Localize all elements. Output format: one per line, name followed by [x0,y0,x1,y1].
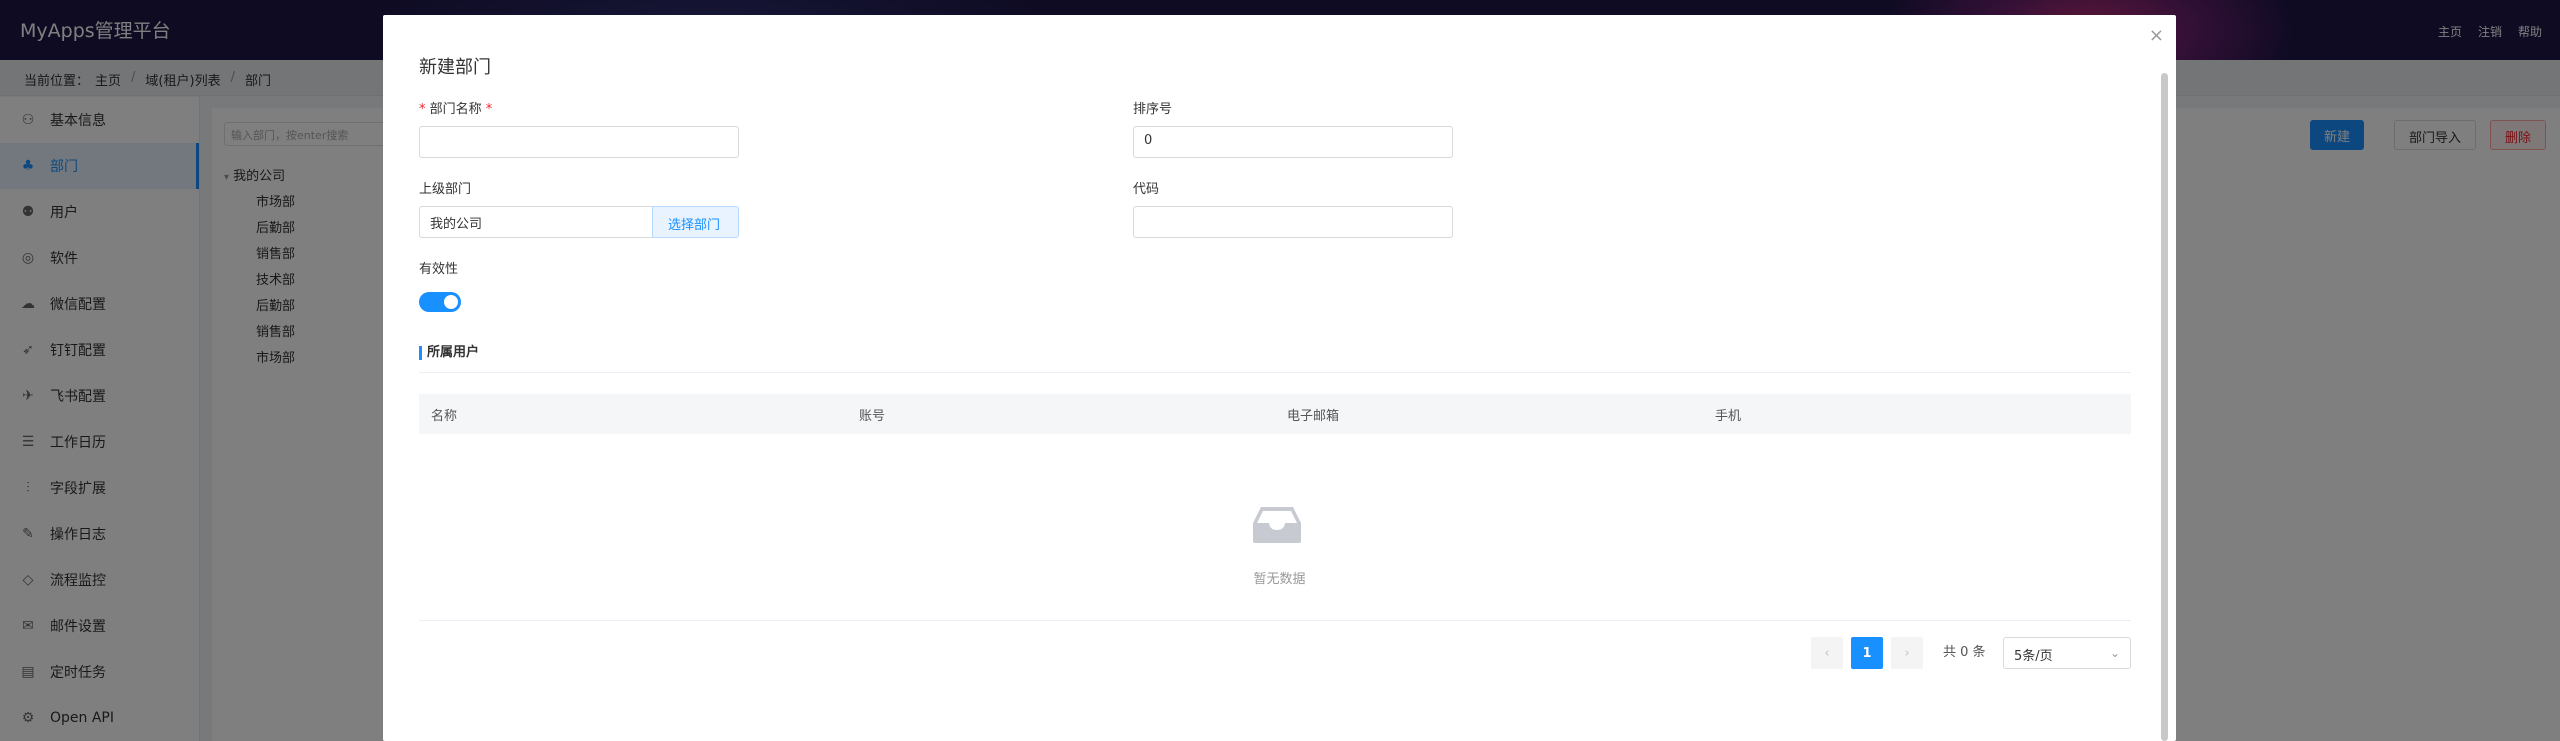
empty-inbox-icon [1253,507,1301,543]
code-input[interactable] [1133,206,1453,238]
code-label: 代码 [1133,182,1160,197]
order-input[interactable]: 0 [1133,126,1453,158]
column-header-name: 名称 [431,408,458,424]
column-header-phone: 手机 [1715,408,1742,424]
dialog-title: 新建部门 [419,57,491,78]
valid-label: 有效性 [419,262,459,277]
prev-page-button[interactable]: ‹ [1811,637,1843,669]
total-count: 共 0 条 [1943,645,1986,660]
users-table-header: 名称 账号 电子邮箱 手机 [419,394,2131,434]
users-section-title: 所属用户 [419,346,479,360]
field-label-text: 部门名称 [429,102,482,117]
dialog-scrollbar[interactable] [2161,73,2168,741]
parent-department-input[interactable]: 我的公司 [419,206,653,238]
page-number-1[interactable]: 1 [1851,637,1883,669]
empty-data-text: 暂无数据 [1253,572,1306,587]
new-department-dialog: × 新建部门 * 部门名称 * 排序号 0 上级部门 我的公司 选择部门 代码 … [383,15,2176,741]
close-icon[interactable]: × [2149,27,2164,45]
order-label: 排序号 [1133,102,1173,117]
chevron-down-icon: ⌄ [2109,646,2120,660]
department-name-label: * 部门名称 * [419,98,492,117]
required-mark: * [419,102,426,117]
required-mark: * [485,102,493,117]
table-bottom-divider [419,620,2131,621]
page-size-select[interactable]: 5条/页 ⌄ [2003,637,2131,669]
column-header-account: 账号 [859,408,886,424]
valid-toggle[interactable] [419,292,461,312]
section-divider [419,372,2131,373]
next-page-button[interactable]: › [1891,637,1923,669]
parent-department-label: 上级部门 [419,182,472,197]
page-size-value: 5条/页 [2014,649,2053,664]
department-name-input[interactable] [419,126,739,158]
select-department-button[interactable]: 选择部门 [652,206,739,238]
column-header-email: 电子邮箱 [1287,408,1340,424]
